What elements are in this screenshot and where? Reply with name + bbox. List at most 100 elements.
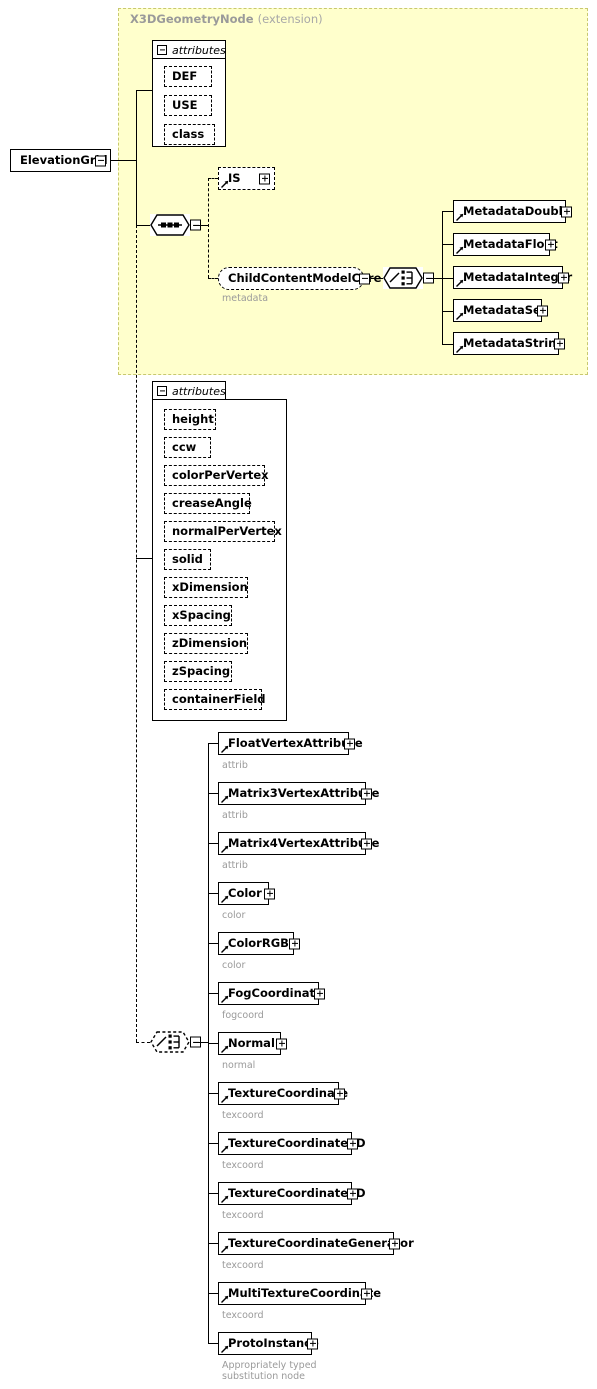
attribute-colorpervertex-label: colorPerVertex: [172, 467, 269, 482]
own-attributes-collapse-icon[interactable]: [157, 386, 167, 396]
multitexturecoordinate-expand-icon[interactable]: [361, 1288, 372, 1299]
group-childcontentmodelcore-sublabel: metadata: [222, 293, 269, 304]
choice-optional-icon: [150, 1031, 190, 1053]
element-protoinstance[interactable]: ProtoInstance: [218, 1332, 319, 1359]
schema-diagram-canvas: X3DGeometryNode (extension) ElevationGri…: [0, 0, 597, 1389]
element-normal-sublabel: normal: [222, 1060, 256, 1071]
attribute-containerfield[interactable]: containerField: [164, 689, 266, 714]
element-color[interactable]: Color: [218, 882, 275, 909]
attribute-solid[interactable]: solid: [164, 549, 214, 574]
attribute-zdimension[interactable]: zDimension: [164, 633, 251, 658]
element-matrix4vertexattribute[interactable]: Matrix4VertexAttribute: [218, 832, 379, 859]
base-attributes-header-label: attributes: [172, 43, 226, 57]
element-metadataset[interactable]: MetadataSet: [453, 299, 548, 326]
metadatadouble-expand-icon[interactable]: [561, 206, 572, 217]
protoinstance-expand-icon[interactable]: [307, 1338, 318, 1349]
connector-dashed: [208, 278, 218, 279]
color-expand-icon[interactable]: [264, 888, 275, 899]
own-attributes-header[interactable]: attributes: [152, 381, 226, 400]
attribute-def[interactable]: DEF: [164, 66, 215, 91]
element-texturecoordinate4d-sublabel: texcoord: [222, 1210, 264, 1221]
element-texturecoordinategenerator[interactable]: TextureCoordinateGenerator: [218, 1232, 414, 1259]
element-metadatainteger[interactable]: MetadataInteger: [453, 266, 572, 293]
attribute-ccw[interactable]: ccw: [164, 437, 214, 462]
connector: [136, 225, 150, 227]
element-floatvertexattribute[interactable]: FloatVertexAttribute: [218, 732, 363, 759]
element-metadatafloat[interactable]: MetadataFloat: [453, 233, 558, 260]
base-attributes-header[interactable]: attributes: [152, 40, 226, 59]
attribute-class[interactable]: class: [164, 124, 218, 149]
element-fogcoordinate[interactable]: FogCoordinate: [218, 982, 325, 1009]
element-metadatastring[interactable]: MetadataString: [453, 332, 565, 359]
matrix4vertexattribute-expand-icon[interactable]: [361, 838, 372, 849]
attribute-colorpervertex[interactable]: colorPerVertex: [164, 465, 269, 490]
connector: [136, 90, 152, 92]
connector: [442, 344, 453, 346]
childcontentmodelcore-collapse-icon[interactable]: [359, 273, 370, 284]
attribute-xspacing[interactable]: xSpacing: [164, 605, 235, 630]
attribute-ccw-label: ccw: [172, 439, 197, 454]
element-is-expand-icon[interactable]: [259, 173, 270, 184]
connector: [194, 225, 208, 227]
connector-dashed: [208, 178, 218, 179]
element-texturecoordinate3d[interactable]: TextureCoordinate3D: [218, 1132, 366, 1159]
element-is-label: IS: [228, 170, 241, 185]
connector: [442, 211, 453, 213]
colorrgba-expand-icon[interactable]: [289, 938, 300, 949]
attribute-zdimension-label: zDimension: [172, 635, 248, 650]
own-attributes-header-label: attributes: [172, 384, 226, 398]
element-is[interactable]: IS: [218, 167, 278, 194]
attribute-solid-label: solid: [172, 551, 203, 566]
connector: [442, 311, 453, 313]
attribute-height[interactable]: height: [164, 409, 219, 434]
base-attributes-collapse-icon[interactable]: [157, 45, 167, 55]
attribute-xspacing-label: xSpacing: [172, 607, 231, 622]
floatvertexattribute-expand-icon[interactable]: [344, 738, 355, 749]
element-matrix3vertexattribute-sublabel: attrib: [222, 810, 248, 821]
metadataset-expand-icon[interactable]: [537, 305, 548, 316]
element-protoinstance-sublabel: Appropriately typed substitution node: [222, 1360, 317, 1382]
texturecoordinate4d-expand-icon[interactable]: [347, 1188, 358, 1199]
element-metadatastring-label: MetadataString: [463, 335, 565, 350]
element-metadatadouble-label: MetadataDouble: [463, 203, 571, 218]
fogcoordinate-expand-icon[interactable]: [314, 988, 325, 999]
group-childcontentmodelcore[interactable]: ChildContentModelCore: [218, 267, 381, 294]
element-texturecoordinate4d[interactable]: TextureCoordinate4D: [218, 1182, 366, 1209]
connector: [111, 160, 137, 162]
element-texturecoordinate[interactable]: TextureCoordinate: [218, 1082, 348, 1109]
metadata-choice-compositor[interactable]: [383, 267, 434, 294]
attribute-normalpervertex[interactable]: normalPerVertex: [164, 521, 282, 546]
metadatainteger-expand-icon[interactable]: [558, 272, 569, 283]
child-choice-compositor[interactable]: [150, 1031, 201, 1058]
element-colorrgba[interactable]: ColorRGBA: [218, 932, 300, 959]
connector: [194, 1042, 209, 1044]
sequence-compositor[interactable]: [150, 214, 201, 241]
attribute-creaseangle[interactable]: creaseAngle: [164, 493, 253, 518]
element-metadatadouble[interactable]: MetadataDouble: [453, 200, 572, 227]
sequence-icon: [150, 214, 190, 236]
metadatastring-expand-icon[interactable]: [554, 338, 565, 349]
element-matrix3vertexattribute[interactable]: Matrix3VertexAttribute: [218, 782, 379, 809]
matrix3vertexattribute-expand-icon[interactable]: [361, 788, 372, 799]
texturecoordinate3d-expand-icon[interactable]: [347, 1138, 358, 1149]
attribute-xdimension[interactable]: xDimension: [164, 577, 251, 602]
attribute-containerfield-label: containerField: [172, 691, 266, 706]
choice-icon: [383, 267, 423, 289]
attribute-use[interactable]: USE: [164, 95, 215, 120]
texturecoordinategenerator-expand-icon[interactable]: [389, 1238, 400, 1249]
element-texturecoordinategenerator-sublabel: texcoord: [222, 1260, 264, 1271]
connector-dashed: [136, 225, 137, 1042]
attribute-zspacing-label: zSpacing: [172, 663, 231, 678]
normal-expand-icon[interactable]: [276, 1038, 287, 1049]
elevationgrid-collapse-icon[interactable]: [95, 155, 106, 166]
element-matrix3vertexattribute-label: Matrix3VertexAttribute: [228, 785, 380, 800]
attribute-zspacing[interactable]: zSpacing: [164, 661, 235, 686]
element-elevationgrid[interactable]: ElevationGrid: [10, 149, 114, 176]
attribute-xdimension-label: xDimension: [172, 579, 248, 594]
texturecoordinate-expand-icon[interactable]: [334, 1088, 345, 1099]
element-multitexturecoordinate[interactable]: MultiTextureCoordinate: [218, 1282, 381, 1309]
attribute-use-label: USE: [172, 97, 198, 112]
element-normal[interactable]: Normal: [218, 1032, 287, 1059]
metadatafloat-expand-icon[interactable]: [545, 239, 556, 250]
element-color-label: Color: [228, 885, 262, 900]
